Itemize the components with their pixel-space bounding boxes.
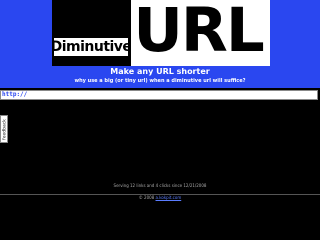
copyright: © 2008 a.kokpit.com: [0, 195, 320, 201]
tagline-band: Make any URL shorter why use a big (or t…: [0, 66, 320, 88]
copyright-prefix: © 2008: [138, 195, 155, 200]
copyright-link[interactable]: a.kokpit.com: [156, 195, 182, 200]
logo-small-text: Diminutive: [54, 39, 128, 55]
url-input[interactable]: [1, 91, 318, 99]
feedback-label: feedback: [2, 119, 8, 140]
tagline-subtitle: why use a big (or tiny url) when a dimin…: [74, 78, 246, 84]
feedback-tab[interactable]: feedback: [0, 115, 8, 143]
page: Diminutive URL Make any URL shorter why …: [0, 0, 320, 240]
usage-stats: Serving 12 links and 4 clicks since 12/2…: [113, 183, 207, 188]
logo-dark-block: [52, 0, 131, 66]
tagline-title: Make any URL shorter: [110, 67, 210, 76]
logo-big-text: URL: [133, 0, 264, 66]
logo-small-wordmark: Diminutive: [54, 38, 128, 56]
url-input-frame: [0, 90, 318, 100]
